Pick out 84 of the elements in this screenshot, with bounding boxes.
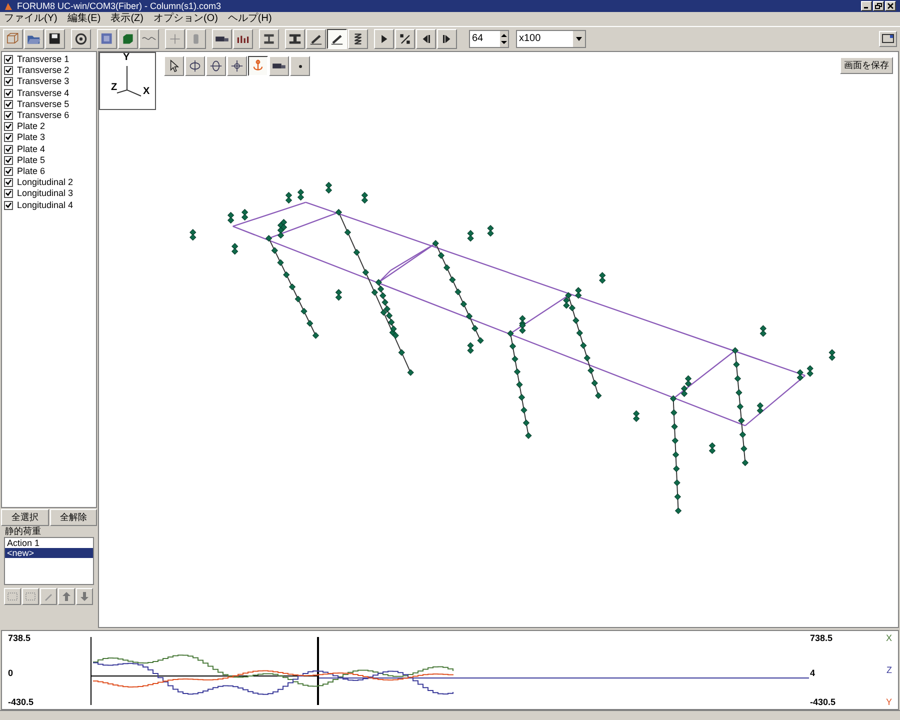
- toolbar-button[interactable]: [327, 28, 347, 48]
- axis-label: Z: [111, 83, 118, 93]
- load-tool-button[interactable]: [4, 588, 21, 605]
- legend-label: X: [886, 634, 892, 643]
- pencil-icon: [43, 591, 54, 602]
- dot-icon: [298, 64, 302, 68]
- layer-label: Longitudinal 4: [17, 200, 74, 210]
- restore-button[interactable]: [873, 1, 884, 11]
- minimize-button[interactable]: [861, 1, 872, 11]
- menu-item[interactable]: 編集(E): [67, 14, 101, 24]
- load-item[interactable]: <new>: [5, 548, 93, 558]
- load-tool-button[interactable]: [76, 588, 93, 605]
- layer-label: Longitudinal 2: [17, 178, 74, 188]
- scale-dropdown[interactable]: x100: [516, 30, 586, 48]
- axis-value: -430.5: [810, 698, 836, 707]
- legend-label: Y: [886, 698, 892, 707]
- gear-icon: [73, 30, 89, 46]
- menu-item[interactable]: ファイル(Y): [4, 14, 58, 24]
- close-button[interactable]: [885, 1, 896, 11]
- rotate-icon: [187, 58, 203, 74]
- layer-checkbox[interactable]: [4, 133, 13, 142]
- menu-item[interactable]: オプション(O): [153, 14, 218, 24]
- load-tool-button[interactable]: [40, 588, 57, 605]
- cube-icon: [5, 30, 21, 46]
- wave-icon: [142, 36, 156, 41]
- layer-label: Transverse 1: [17, 55, 70, 64]
- menu-item[interactable]: ヘルプ(H): [228, 14, 272, 24]
- layer-checkbox[interactable]: [4, 178, 13, 188]
- move-icon: [229, 58, 245, 74]
- down-arrow-icon: [79, 591, 90, 602]
- window-icon: [882, 34, 894, 43]
- axis-value: 738.5: [810, 634, 833, 643]
- save-icon: [47, 30, 63, 46]
- load-tool-button[interactable]: [22, 588, 39, 605]
- layer-label: Plate 3: [17, 133, 46, 142]
- layer-label: Plate 6: [17, 166, 46, 176]
- layer-label: Transverse 6: [17, 111, 70, 120]
- layer-label: Plate 5: [17, 156, 46, 165]
- layer-checkbox[interactable]: [4, 66, 13, 76]
- restore-icon: [875, 3, 882, 9]
- layer-label: Plate 4: [17, 144, 46, 154]
- load-item[interactable]: Action 1: [5, 538, 93, 548]
- layer-checkbox[interactable]: [4, 122, 13, 132]
- spin-arrows-icon: [500, 30, 508, 46]
- layer-label: Transverse 4: [17, 88, 70, 98]
- layer-checkbox[interactable]: [4, 55, 13, 64]
- rotate2-icon: [208, 58, 224, 74]
- layer-label: Transverse 3: [17, 77, 70, 86]
- layer-checkbox[interactable]: [4, 156, 13, 165]
- frame-icon: [7, 591, 18, 602]
- layer-checkbox[interactable]: [4, 144, 13, 154]
- menu-item[interactable]: 表示(Z): [110, 14, 144, 24]
- grid-icon: [99, 30, 115, 46]
- layer-checkbox[interactable]: [4, 77, 13, 86]
- close-icon: [887, 3, 894, 9]
- layer-label: Longitudinal 3: [17, 189, 74, 198]
- save-screen-button[interactable]: 画面を保存: [840, 57, 893, 74]
- select-button[interactable]: 全選択: [1, 509, 48, 526]
- axis-value: 738.5: [8, 634, 31, 643]
- load-tool-button[interactable]: [58, 588, 75, 605]
- select-button[interactable]: 全解除: [50, 509, 97, 526]
- up-arrow-icon: [61, 591, 72, 602]
- layer-checkbox[interactable]: [4, 111, 13, 120]
- legend-label: Z: [886, 666, 892, 675]
- layer-checkbox[interactable]: [4, 100, 13, 109]
- axis-value: -430.5: [8, 698, 34, 707]
- axis-value: 4: [810, 669, 816, 678]
- step-spinner[interactable]: 64: [469, 30, 509, 48]
- axis-label: X: [143, 87, 150, 97]
- app-icon: [4, 2, 13, 10]
- toolbar-button[interactable]: [248, 56, 268, 76]
- group-title: 静的荷重: [4, 527, 42, 536]
- layer-label: Transverse 5: [17, 100, 70, 109]
- axis-value: 0: [8, 669, 14, 678]
- layer-label: Transverse 2: [17, 66, 70, 76]
- layer-checkbox[interactable]: [4, 88, 13, 98]
- window-button[interactable]: [879, 30, 897, 46]
- layer-checkbox[interactable]: [4, 166, 13, 176]
- frame-icon: [25, 591, 36, 602]
- layer-checkbox[interactable]: [4, 200, 13, 210]
- layer-checkbox[interactable]: [4, 189, 13, 198]
- layer-label: Plate 2: [17, 122, 46, 132]
- window-title: FORUM8 UC-win/COM3(Fiber) - Column(s1).com3: [17, 2, 222, 10]
- axis-label: Y: [123, 53, 130, 63]
